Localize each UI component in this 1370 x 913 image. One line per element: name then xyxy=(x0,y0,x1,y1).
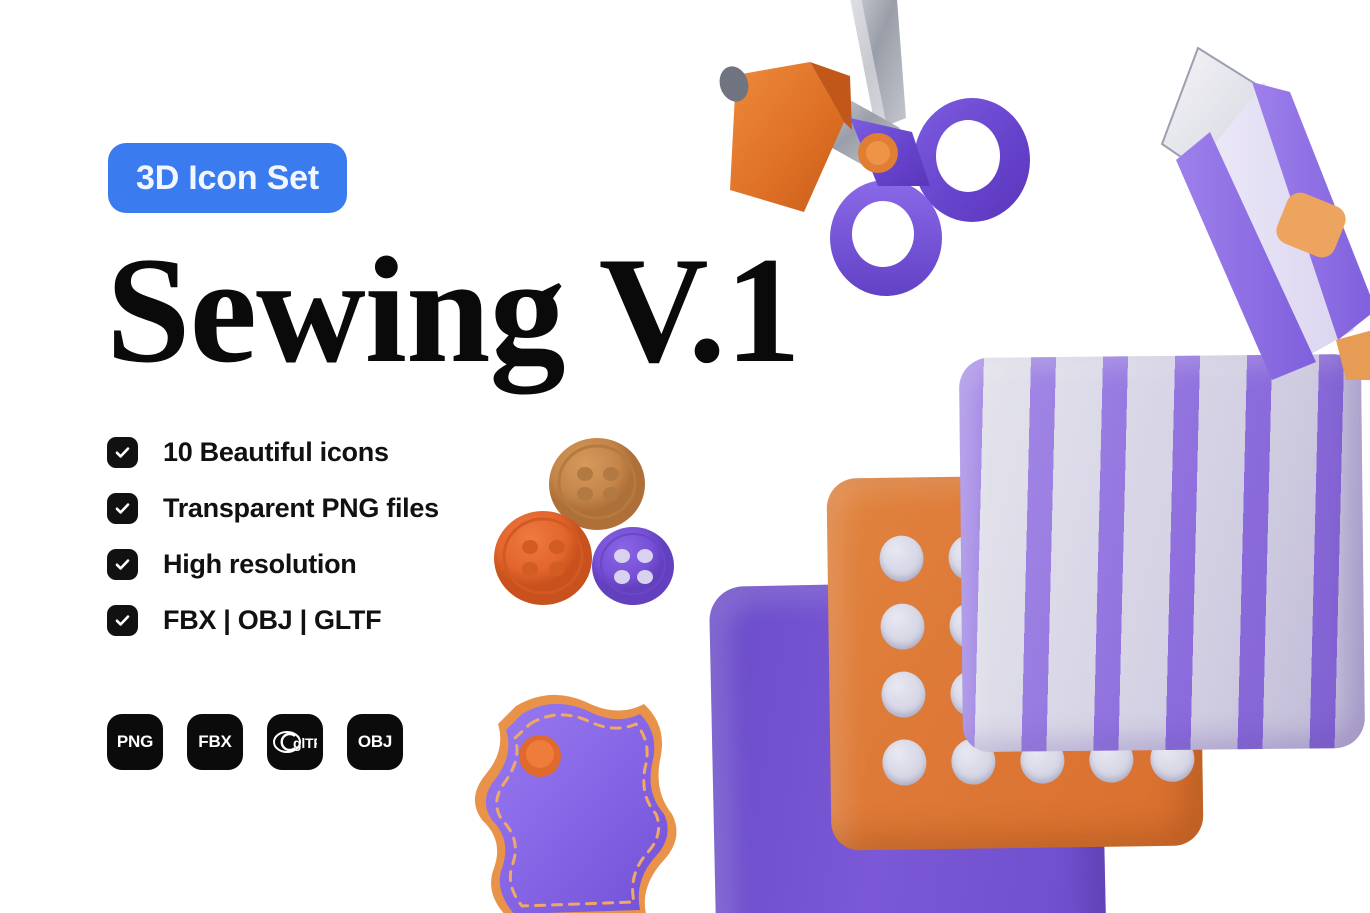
obj-badge-label: OBJ xyxy=(357,732,393,751)
gltf-badge-icon: glTF xyxy=(267,714,323,770)
svg-text:glTF: glTF xyxy=(293,735,317,751)
page-title: Sewing V.1 xyxy=(106,226,801,394)
format-badge-list: PNG FBX glTF OBJ xyxy=(107,714,403,770)
badge-3d-icon-set: 3D Icon Set xyxy=(108,143,347,213)
cutter-knife-icon xyxy=(1140,10,1370,380)
feature-item: Transparent PNG files xyxy=(107,480,439,536)
fabric-striped xyxy=(958,353,1366,753)
feature-list: 10 Beautiful icons Transparent PNG files… xyxy=(107,424,439,648)
feature-item: FBX | OBJ | GLTF xyxy=(107,592,439,648)
sewing-buttons-icon xyxy=(485,436,685,611)
leather-patch-icon xyxy=(468,688,728,913)
fbx-badge-icon: FBX xyxy=(187,714,243,770)
feature-label: Transparent PNG files xyxy=(163,492,439,523)
check-icon xyxy=(107,604,138,636)
badge-label: 3D Icon Set xyxy=(136,158,319,197)
feature-label: High resolution xyxy=(163,548,357,579)
check-icon xyxy=(107,436,138,468)
fbx-badge-label: FBX xyxy=(198,732,232,751)
check-icon xyxy=(107,548,138,580)
obj-badge-icon: OBJ xyxy=(347,714,403,770)
feature-label: FBX | OBJ | GLTF xyxy=(163,604,382,635)
feature-item: High resolution xyxy=(107,536,439,592)
fabric-polka-dot xyxy=(826,473,1204,851)
png-badge-icon: PNG xyxy=(107,714,163,770)
png-badge-label: PNG xyxy=(116,732,154,751)
feature-item: 10 Beautiful icons xyxy=(107,424,439,480)
check-icon xyxy=(107,492,138,524)
fabric-plain-purple xyxy=(708,578,1108,913)
poster-canvas: 3D Icon Set Sewing V.1 10 Beautiful icon… xyxy=(0,0,1370,913)
feature-label: 10 Beautiful icons xyxy=(163,436,389,467)
